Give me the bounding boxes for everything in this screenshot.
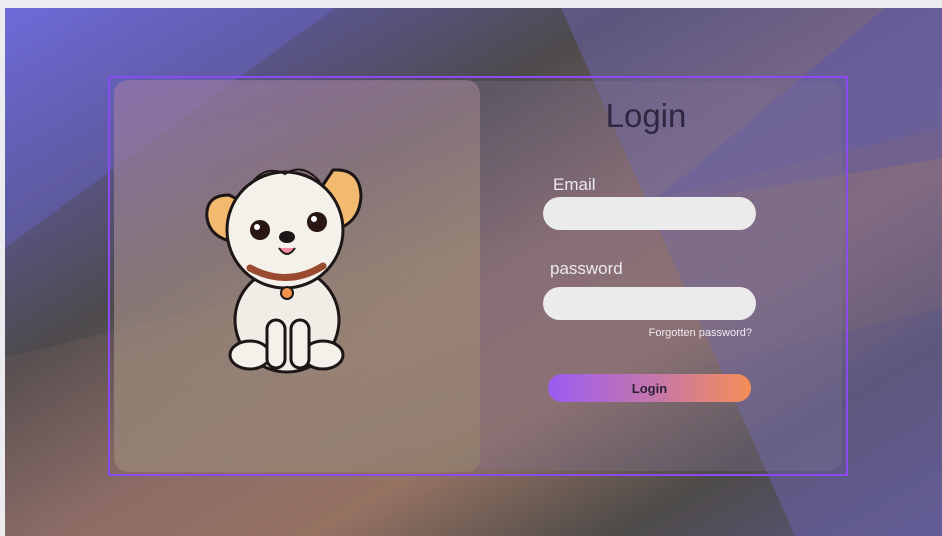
password-field[interactable] xyxy=(543,287,756,320)
puppy-illustration xyxy=(205,168,363,374)
login-button[interactable]: Login xyxy=(548,374,751,402)
password-label: password xyxy=(550,259,623,278)
page-title: Login xyxy=(605,97,687,134)
email-label: Email xyxy=(553,175,596,194)
forgot-password-link[interactable]: Forgotten password? xyxy=(649,327,752,339)
email-field[interactable] xyxy=(543,197,756,230)
